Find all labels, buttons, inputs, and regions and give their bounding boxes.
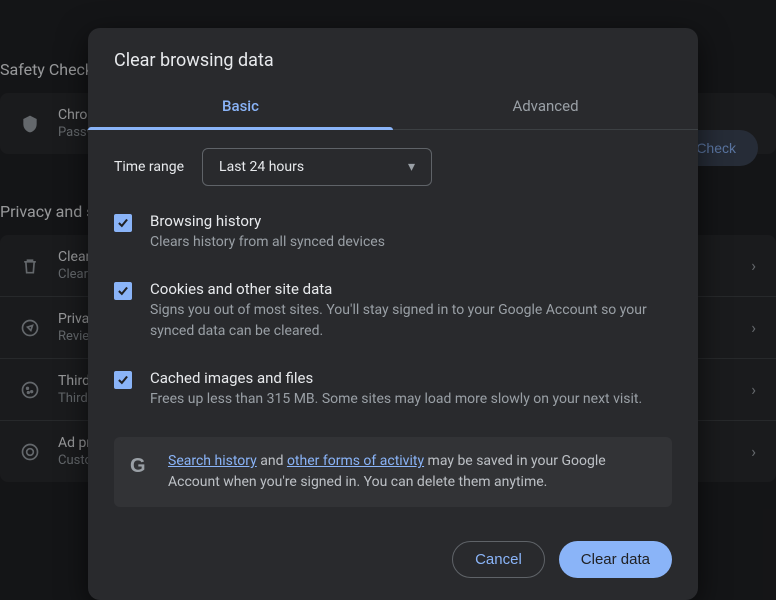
option-cookies: Cookies and other site data Signs you ou… [114, 280, 672, 341]
option-desc: Signs you out of most sites. You'll stay… [150, 300, 672, 341]
dialog-tabs: Basic Advanced [88, 85, 698, 130]
option-browsing-history: Browsing history Clears history from all… [114, 212, 672, 252]
tab-basic[interactable]: Basic [88, 85, 393, 129]
time-range-select[interactable]: Last 24 hours ▾ [202, 148, 432, 186]
clear-browsing-data-dialog: Clear browsing data Basic Advanced Time … [88, 28, 698, 600]
option-desc: Frees up less than 315 MB. Some sites ma… [150, 389, 672, 409]
tab-advanced[interactable]: Advanced [393, 85, 698, 129]
time-range-label: Time range [114, 159, 184, 175]
google-icon: G [130, 451, 152, 493]
time-range-value: Last 24 hours [219, 159, 304, 175]
option-cache: Cached images and files Frees up less th… [114, 369, 672, 409]
option-desc: Clears history from all synced devices [150, 232, 672, 252]
cancel-button[interactable]: Cancel [452, 541, 545, 578]
chevron-down-icon: ▾ [408, 159, 415, 175]
option-title: Browsing history [150, 212, 672, 230]
google-account-note: G Search history and other forms of acti… [114, 437, 672, 507]
dialog-title: Clear browsing data [88, 28, 698, 85]
dialog-footer: Cancel Clear data [88, 523, 698, 600]
checkbox-browsing-history[interactable] [114, 214, 132, 232]
clear-data-button[interactable]: Clear data [559, 541, 672, 578]
checkbox-cache[interactable] [114, 371, 132, 389]
option-title: Cached images and files [150, 369, 672, 387]
search-history-link[interactable]: Search history [168, 453, 257, 469]
option-title: Cookies and other site data [150, 280, 672, 298]
checkbox-cookies[interactable] [114, 282, 132, 300]
other-activity-link[interactable]: other forms of activity [287, 453, 424, 469]
dialog-scroll-area[interactable]: Time range Last 24 hours ▾ Browsing hist… [88, 130, 698, 523]
